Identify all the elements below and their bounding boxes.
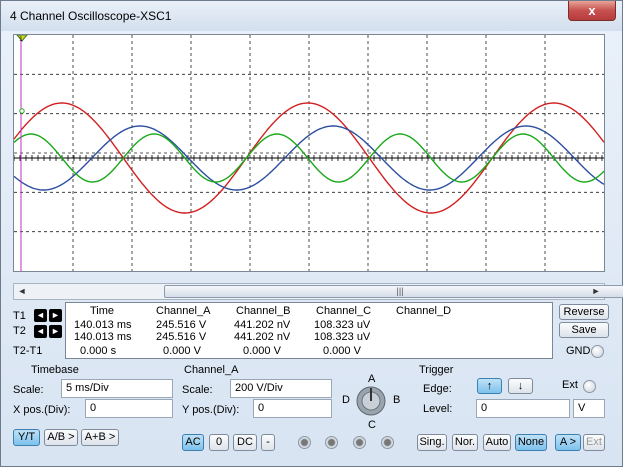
t2-t1-label: T2-T1 xyxy=(13,345,43,357)
knob-label-d: D xyxy=(342,394,350,406)
trigger-level-label: Level: xyxy=(423,403,453,415)
knob-label-b: B xyxy=(393,394,401,406)
dc-coupling-button[interactable]: DC xyxy=(233,434,257,451)
ac-coupling-button[interactable]: AC xyxy=(182,434,204,451)
channel-ypos-field[interactable]: 0 xyxy=(253,399,332,418)
window-title: 4 Channel Oscilloscope-XSC1 xyxy=(10,9,172,23)
trigger-source-a-button[interactable]: A > xyxy=(555,434,581,451)
trigger-edge-label: Edge: xyxy=(423,383,452,395)
knob-label-c: C xyxy=(368,419,376,431)
t1-left-arrow-button[interactable]: ◄ xyxy=(34,309,47,322)
falling-edge-button[interactable]: ↓ xyxy=(508,378,533,394)
scope-waveform-canvas: 1 xyxy=(13,34,605,271)
scroll-left-arrow[interactable]: ◄ xyxy=(14,284,30,299)
readout-t2-channel-c: 108.323 uV xyxy=(314,331,371,343)
readout-t1-channel-b: 441.202 nV xyxy=(234,319,291,331)
trigger-ext-label: Ext xyxy=(562,379,578,391)
timebase-scale-field[interactable]: 5 ms/Div xyxy=(61,379,173,398)
invert-button[interactable]: - xyxy=(261,434,275,451)
reverse-button[interactable]: Reverse xyxy=(559,304,609,320)
channel-d-ground-radio[interactable] xyxy=(381,436,394,449)
save-button[interactable]: Save xyxy=(559,322,609,338)
readout-header-time: Time xyxy=(90,305,115,317)
close-button[interactable]: x xyxy=(568,1,616,21)
cursor-readout-table: Time Channel_A Channel_B Channel_C Chann… xyxy=(65,302,553,359)
readout-diff-channel-a: 0.000 V xyxy=(163,345,201,357)
scroll-right-arrow[interactable]: ► xyxy=(588,284,604,299)
channel-a-ground-radio[interactable] xyxy=(298,436,311,449)
readout-t1-time: 140.013 ms xyxy=(74,319,132,331)
trigger-ext-radio[interactable] xyxy=(583,380,596,393)
yt-button[interactable]: Y/T xyxy=(13,429,40,446)
readout-diff-channel-b: 0.000 V xyxy=(243,345,281,357)
channel-c-ground-marker xyxy=(19,108,25,114)
title-bar: 4 Channel Oscilloscope-XSC1 x xyxy=(1,1,622,31)
t2-left-arrow-button[interactable]: ◄ xyxy=(34,325,47,338)
readout-diff-channel-c: 0.000 V xyxy=(323,345,361,357)
channel-title: Channel_A xyxy=(184,364,239,376)
timebase-xpos-label: X pos.(Div): xyxy=(13,404,71,416)
a-plus-b-button[interactable]: A+B > xyxy=(81,429,119,446)
readout-header-channel-c: Channel_C xyxy=(316,305,372,317)
readout-diff-time: 0.000 s xyxy=(80,345,117,357)
channel-scale-label: Scale: xyxy=(182,384,213,396)
channel-scale-field[interactable]: 200 V/Div xyxy=(230,379,332,398)
oscilloscope-window: 4 Channel Oscilloscope-XSC1 x 1 ◄ ||| ► … xyxy=(0,0,623,467)
readout-t2-channel-b: 441.202 nV xyxy=(234,331,291,343)
auto-trigger-button[interactable]: Auto xyxy=(483,434,511,451)
readout-t1-channel-c: 108.323 uV xyxy=(314,319,371,331)
channel-selector-knob-icon[interactable] xyxy=(355,385,387,417)
timebase-scale-label: Scale: xyxy=(13,384,44,396)
single-trigger-button[interactable]: Sing. xyxy=(417,434,447,451)
channel-ypos-label: Y pos.(Div): xyxy=(182,404,240,416)
readout-t2-time: 140.013 ms xyxy=(74,331,132,343)
scroll-thumb[interactable]: ||| xyxy=(164,285,623,298)
readout-header-channel-d: Channel_D xyxy=(396,305,452,317)
rising-edge-button[interactable]: ↑ xyxy=(477,378,502,394)
gnd-label: GND xyxy=(566,345,591,357)
readout-header-channel-b: Channel_B xyxy=(236,305,291,317)
none-trigger-button[interactable]: None xyxy=(515,434,547,451)
normal-trigger-button[interactable]: Nor. xyxy=(452,434,478,451)
t1-right-arrow-button[interactable]: ► xyxy=(49,309,62,322)
trigger-source-ext-button[interactable]: Ext xyxy=(583,434,605,451)
scroll-thumb-grip: ||| xyxy=(396,286,404,296)
timebase-title: Timebase xyxy=(31,364,79,376)
t2-right-arrow-button[interactable]: ► xyxy=(49,325,62,338)
falling-edge-icon: ↓ xyxy=(517,380,524,392)
channel-b-ground-radio[interactable] xyxy=(325,436,338,449)
trigger-title: Trigger xyxy=(419,364,454,376)
ab-button[interactable]: A/B > xyxy=(44,429,78,446)
trigger-level-field[interactable]: 0 xyxy=(476,399,570,418)
cursor-1-label: 1 xyxy=(19,36,23,43)
knob-label-a: A xyxy=(368,373,376,385)
scope-grid xyxy=(13,35,604,271)
readout-t2-channel-a: 245.516 V xyxy=(156,331,207,343)
channel-c-ground-radio[interactable] xyxy=(353,436,366,449)
gnd-radio[interactable] xyxy=(591,345,604,358)
zero-coupling-button[interactable]: 0 xyxy=(209,434,229,451)
readout-header-channel-a: Channel_A xyxy=(156,305,211,317)
t2-label: T2 xyxy=(13,325,26,337)
trigger-level-unit-field[interactable]: V xyxy=(573,399,605,418)
readout-t1-channel-a: 245.516 V xyxy=(156,319,207,331)
scope-display[interactable]: 1 xyxy=(13,34,605,272)
horizontal-scrollbar[interactable]: ◄ ||| ► xyxy=(13,283,623,300)
t1-label: T1 xyxy=(13,310,26,322)
rising-edge-icon: ↑ xyxy=(486,380,493,392)
timebase-xpos-field[interactable]: 0 xyxy=(85,399,173,418)
